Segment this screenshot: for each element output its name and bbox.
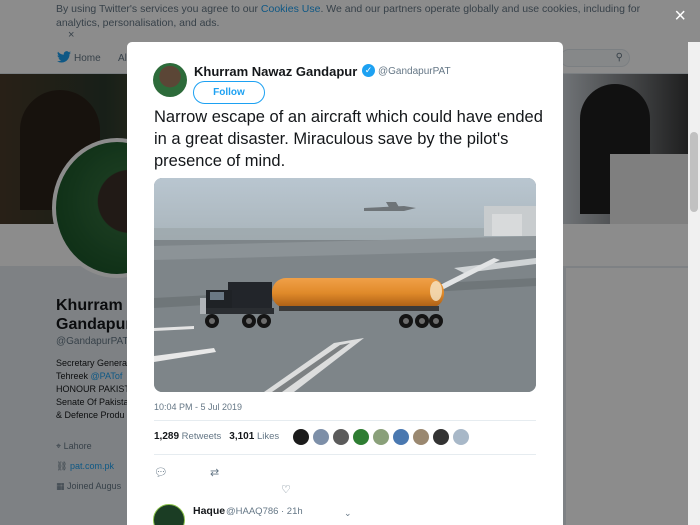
author-handle[interactable]: @GandapurPAT — [378, 66, 451, 77]
verified-badge-icon: ✓ — [362, 64, 375, 77]
reply-icon[interactable]: 💬︎ — [154, 466, 168, 479]
tweet-stats: 1,289 Retweets 3,101 Likes — [154, 431, 279, 442]
reply-tweet[interactable]: Haque @HAAQ786 · 21h ⌄ — [153, 504, 553, 525]
liker-avatar[interactable] — [433, 429, 449, 445]
liker-avatar[interactable] — [393, 429, 409, 445]
liker-avatar[interactable] — [293, 429, 309, 445]
retweets-count[interactable]: 1,289 — [154, 431, 179, 442]
likes-count[interactable]: 3,101 — [229, 431, 254, 442]
divider — [154, 454, 536, 455]
liker-avatar[interactable] — [373, 429, 389, 445]
reply-author-handle[interactable]: @HAAQ786 — [226, 506, 278, 517]
scrollbar[interactable] — [688, 42, 700, 525]
reply-avatar[interactable] — [153, 504, 185, 525]
tweet-modal: Khurram Nawaz Gandapur ✓ @GandapurPAT Fo… — [127, 42, 563, 525]
reply-time[interactable]: · 21h — [281, 506, 303, 517]
liker-avatar[interactable] — [353, 429, 369, 445]
tweet-timestamp[interactable]: 10:04 PM - 5 Jul 2019 — [154, 402, 242, 412]
scrollbar-thumb[interactable] — [690, 132, 698, 212]
liker-avatars — [293, 429, 473, 447]
divider — [154, 420, 536, 421]
tweet-media[interactable] — [154, 178, 536, 392]
chevron-down-icon[interactable]: ⌄ — [344, 508, 352, 519]
retweet-icon[interactable]: ⇄ — [210, 466, 219, 479]
liker-avatar[interactable] — [333, 429, 349, 445]
liker-avatar[interactable] — [313, 429, 329, 445]
liker-avatar[interactable] — [453, 429, 469, 445]
retweets-label[interactable]: Retweets — [182, 431, 222, 442]
author-avatar[interactable] — [153, 63, 187, 97]
like-icon[interactable]: ♡ — [281, 483, 291, 496]
liker-avatar[interactable] — [413, 429, 429, 445]
author-name[interactable]: Khurram Nawaz Gandapur — [194, 64, 357, 79]
tweet-text: Narrow escape of an aircraft which could… — [154, 108, 543, 170]
follow-button[interactable]: Follow — [193, 81, 265, 104]
runway-tanker-image — [154, 178, 536, 392]
likes-label[interactable]: Likes — [257, 431, 279, 442]
reply-author-name[interactable]: Haque — [193, 505, 225, 517]
close-icon[interactable]: × — [674, 6, 686, 26]
